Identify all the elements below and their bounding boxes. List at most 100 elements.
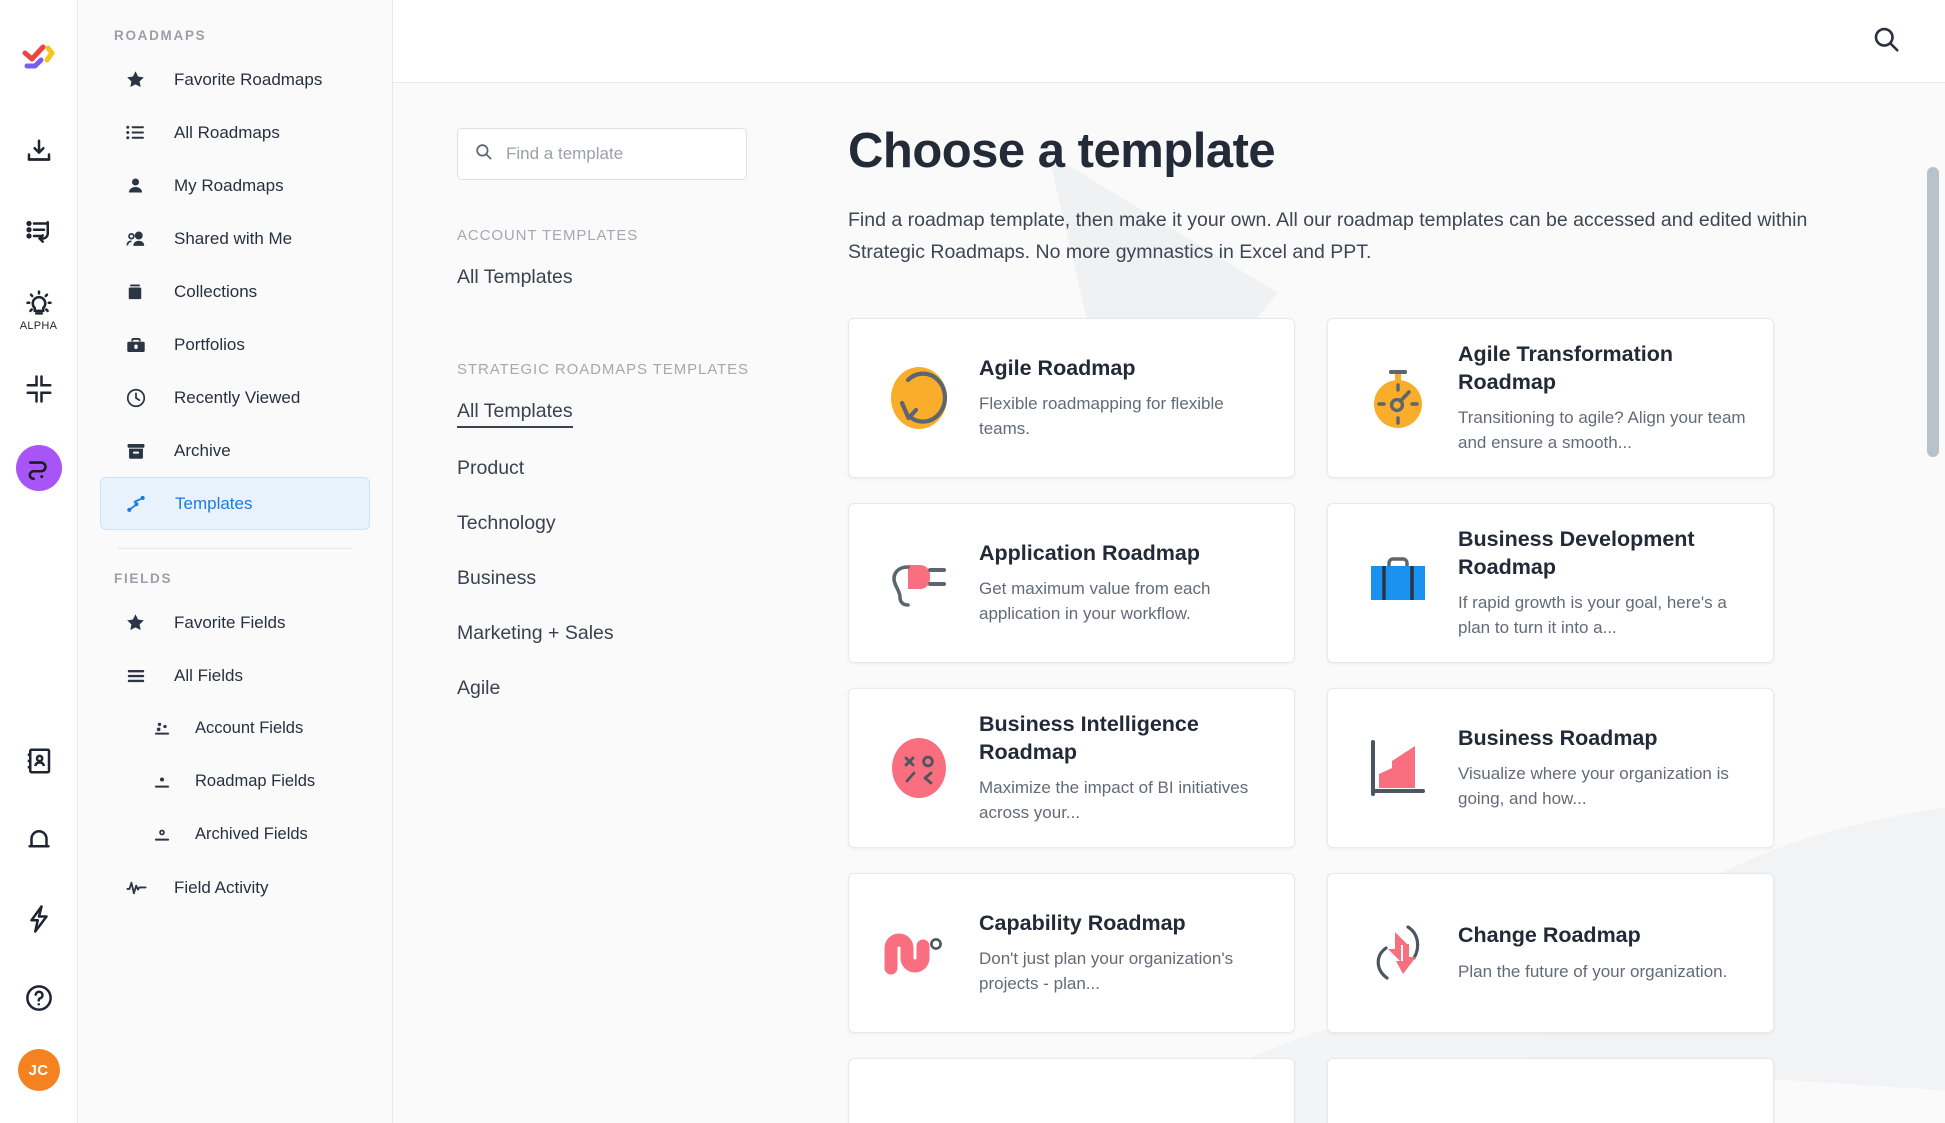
template-card-desc: Maximize the impact of BI initiatives ac…	[979, 778, 1249, 823]
avatar[interactable]: JC	[17, 1049, 60, 1091]
sidebar-item-label: All Fields	[174, 665, 243, 685]
template-card-body: Business Roadmap Visualize where your or…	[1446, 725, 1747, 812]
plug-icon	[871, 551, 967, 615]
scrollbar-thumb[interactable]	[1927, 167, 1939, 457]
sidebar-item-portfolios[interactable]: Portfolios	[100, 318, 370, 371]
nav-link-all-templates[interactable]: All Templates	[457, 400, 573, 428]
sidebar-item-collections[interactable]: Collections	[100, 265, 370, 318]
template-card-body: Application Roadmap Get maximum value fr…	[967, 540, 1268, 627]
template-card-desc: Plan the future of your organization.	[1458, 961, 1728, 981]
nav-link-marketing-sales[interactable]: Marketing + Sales	[457, 622, 614, 648]
template-card-business-intelligence-roadmap[interactable]: Business Intelligence Roadmap Maximize t…	[848, 688, 1295, 849]
rail-item-integrations[interactable]	[11, 891, 67, 947]
template-card-title: Agile Roadmap	[979, 355, 1136, 380]
agile-refresh-circle-icon	[871, 363, 967, 433]
clock-icon	[125, 387, 155, 409]
templates-node-icon	[126, 493, 156, 515]
template-card-next-row-right[interactable]	[1327, 1058, 1774, 1123]
sidebar-item-all-fields[interactable]: All Fields	[100, 649, 370, 702]
sidebar-item-favorite-fields[interactable]: Favorite Fields	[100, 596, 370, 649]
rail-item-list-timeline[interactable]	[11, 203, 67, 259]
template-card-business-roadmap[interactable]: Business Roadmap Visualize where your or…	[1327, 688, 1774, 849]
sidebar-item-templates[interactable]: Templates	[100, 477, 370, 530]
sidebar-item-label: Favorite Roadmaps	[174, 69, 323, 89]
strategic-roadmaps-logo-icon[interactable]	[16, 36, 62, 82]
search-icon[interactable]	[1871, 24, 1901, 59]
nav-link-business[interactable]: Business	[457, 567, 536, 593]
archive-box-icon	[125, 440, 155, 462]
template-card-body: Agile Roadmap Flexible roadmapping for f…	[967, 355, 1268, 442]
template-card-agile-transformation-roadmap[interactable]: Agile Transformation Roadmap Transitioni…	[1327, 318, 1774, 479]
template-card-desc: Transitioning to agile? Align your team …	[1458, 408, 1746, 453]
sidebar-item-field-activity[interactable]: Field Activity	[100, 861, 370, 914]
nav-link-technology[interactable]: Technology	[457, 512, 556, 538]
sidebar-item-shared-with-me[interactable]: Shared with Me	[100, 212, 370, 265]
page-title: Choose a template	[848, 124, 1276, 178]
rail-item-help[interactable]	[11, 970, 67, 1026]
template-card-next-row-left[interactable]	[848, 1058, 1295, 1123]
sidebar-item-roadmap-fields[interactable]: Roadmap Fields	[100, 755, 370, 808]
main-scrollbar[interactable]	[1927, 167, 1939, 1123]
template-card-agile-roadmap[interactable]: Agile Roadmap Flexible roadmapping for f…	[848, 318, 1295, 479]
template-card-body: Business Intelligence Roadmap Maximize t…	[967, 711, 1268, 825]
template-card-change-roadmap[interactable]: Change Roadmap Plan the future of your o…	[1327, 873, 1774, 1034]
sidebar-item-label: My Roadmaps	[174, 175, 284, 195]
list-icon	[125, 122, 155, 143]
left-icon-rail: ALPHA JC	[0, 0, 78, 1123]
activity-pulse-icon	[125, 876, 155, 899]
sidebar-item-label: Portfolios	[174, 334, 245, 354]
sidebar-item-all-roadmaps[interactable]: All Roadmaps	[100, 106, 370, 159]
top-bar	[393, 0, 1945, 83]
nav-link-product[interactable]: Product	[457, 457, 524, 483]
rail-item-notifications[interactable]	[11, 812, 67, 868]
account-fields-icon	[152, 719, 178, 739]
template-card-business-development-roadmap[interactable]: Business Development Roadmap If rapid gr…	[1327, 503, 1774, 664]
sidebar-item-label: Templates	[175, 493, 253, 513]
sidebar-item-archive[interactable]: Archive	[100, 424, 370, 477]
star-icon	[125, 69, 155, 90]
sidebar-item-label: Account Fields	[195, 719, 304, 737]
nav-link-account-all-templates[interactable]: All Templates	[457, 266, 573, 292]
rail-item-contacts[interactable]	[11, 733, 67, 789]
sidebar-group-title-fields: FIELDS	[114, 571, 173, 586]
sidebar-group-title-roadmaps: ROADMAPS	[114, 28, 207, 43]
sidebar-item-my-roadmaps[interactable]: My Roadmaps	[100, 159, 370, 212]
nav-link-agile[interactable]: Agile	[457, 677, 500, 703]
sidebar-item-favorite-roadmaps[interactable]: Favorite Roadmaps	[100, 53, 370, 106]
sidebar-item-label: Collections	[174, 281, 258, 301]
search-input[interactable]	[506, 144, 711, 164]
sidebar-item-account-fields[interactable]: Account Fields	[100, 702, 370, 755]
bi-face-icon	[871, 733, 967, 803]
change-arrows-icon	[1350, 918, 1446, 988]
template-card-title: Business Roadmap	[1458, 725, 1658, 750]
rail-badge-alpha: ALPHA	[19, 319, 58, 332]
sidebar-item-label: Archived Fields	[195, 825, 308, 843]
content-wrap: ACCOUNT TEMPLATES All Templates STRATEGI…	[393, 83, 1945, 1123]
sidebar-item-recently-viewed[interactable]: Recently Viewed	[100, 371, 370, 424]
main-area: ACCOUNT TEMPLATES All Templates STRATEGI…	[393, 0, 1945, 1123]
template-card-title: Business Development Roadmap	[1458, 526, 1695, 579]
template-card-title: Agile Transformation Roadmap	[1458, 341, 1674, 394]
sidebar-item-archived-fields[interactable]: Archived Fields	[100, 808, 370, 861]
templates-content: Choose a template Find a roadmap templat…	[788, 83, 1945, 1123]
area-chart-icon	[1350, 734, 1446, 802]
sidebar-item-label: Field Activity	[174, 877, 269, 897]
stopwatch-icon	[1350, 363, 1446, 433]
collections-icon	[125, 282, 155, 302]
rail-item-ideas[interactable]: ALPHA	[11, 282, 67, 338]
template-card-application-roadmap[interactable]: Application Roadmap Get maximum value fr…	[848, 503, 1295, 664]
sidebar-item-label: Archive	[174, 440, 231, 460]
rail-item-inbox[interactable]	[11, 124, 67, 180]
template-card-title: Change Roadmap	[1458, 923, 1641, 948]
template-search-box[interactable]	[457, 128, 747, 180]
app-root: ALPHA JC ROADMAPS Favorite Roadmaps All …	[0, 0, 1945, 1123]
rail-item-collapse[interactable]	[11, 361, 67, 417]
rail-item-roadmaps-active[interactable]	[11, 440, 67, 496]
nav-section-title-account: ACCOUNT TEMPLATES	[457, 227, 639, 244]
capability-wave-icon	[871, 922, 967, 984]
hamburger-icon	[125, 665, 155, 687]
rail-active-indicator	[15, 445, 62, 491]
template-card-desc: Flexible roadmapping for flexible teams.	[979, 394, 1224, 439]
template-card-capability-roadmap[interactable]: Capability Roadmap Don't just plan your …	[848, 873, 1295, 1034]
archived-fields-icon	[152, 825, 178, 845]
